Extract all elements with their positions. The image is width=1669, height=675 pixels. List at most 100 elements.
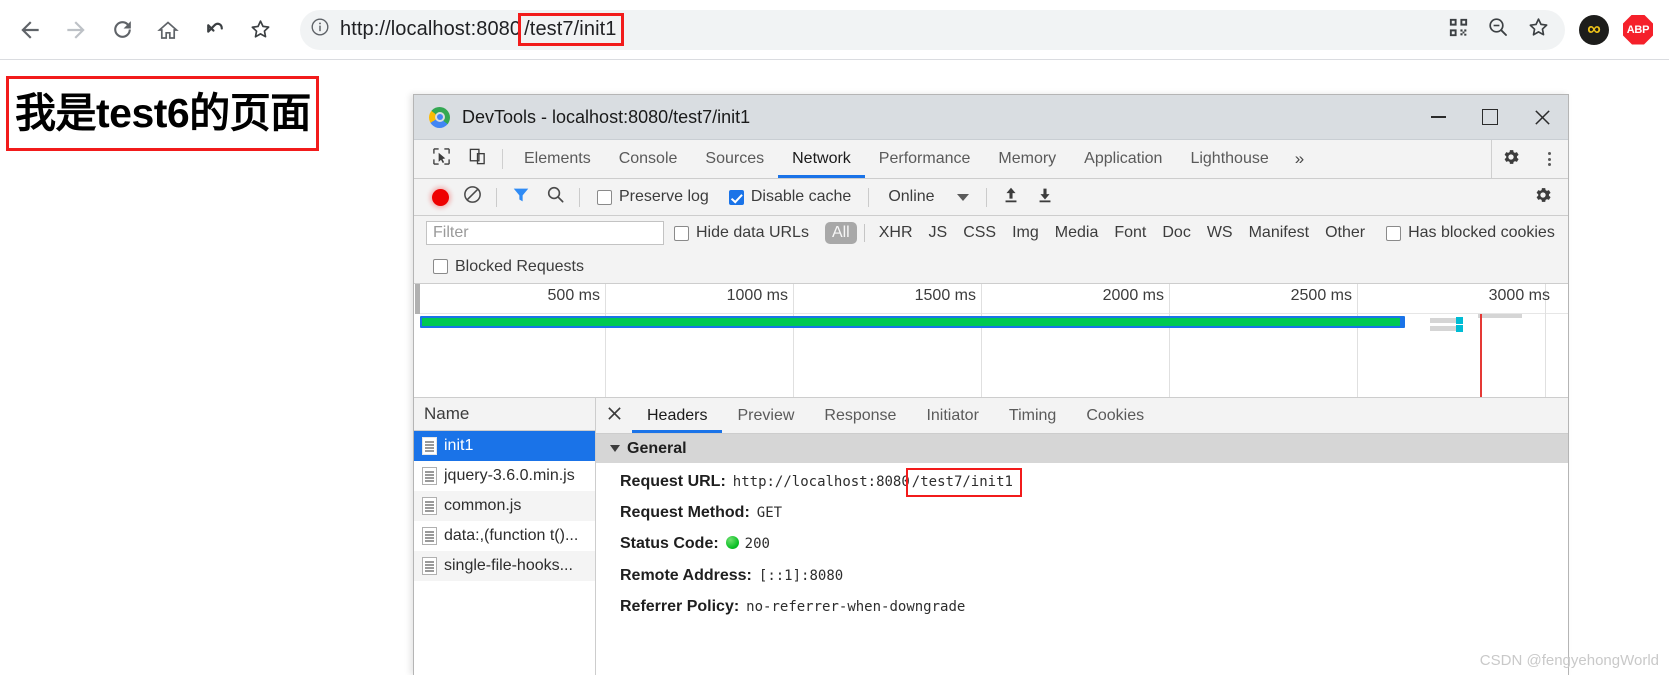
window-controls <box>1412 95 1568 140</box>
site-info-button[interactable] <box>300 10 340 50</box>
overview-divider <box>420 313 1568 314</box>
filter-type-font[interactable]: Font <box>1107 222 1153 244</box>
devtools-tabbar-actions <box>1491 140 1568 178</box>
general-section-header[interactable]: General <box>596 434 1568 463</box>
table-row[interactable]: init1 <box>414 431 595 461</box>
tab-memory[interactable]: Memory <box>984 140 1070 178</box>
blocked-requests-checkbox[interactable]: Blocked Requests <box>433 258 584 276</box>
address-bar[interactable]: http://localhost:8080/test7/init1 <box>300 9 1565 50</box>
filter-type-media[interactable]: Media <box>1048 222 1106 244</box>
header-row-request-method: Request Method: GET <box>620 503 1568 522</box>
details-tab-cookies[interactable]: Cookies <box>1071 398 1159 433</box>
table-row[interactable]: data:,(function t()... <box>414 521 595 551</box>
request-url-prefix: http://localhost:8080 <box>732 474 910 490</box>
search-button[interactable] <box>538 184 572 210</box>
devtools-titlebar: DevTools - localhost:8080/test7/init1 <box>414 95 1568 140</box>
export-har-button[interactable] <box>1028 185 1062 210</box>
network-filter-row: Filter Hide data URLs All XHR JS CSS Img… <box>414 216 1568 250</box>
gear-icon <box>1501 147 1521 172</box>
details-close-button[interactable] <box>596 398 632 433</box>
extensions-area: ∞ ABP <box>1579 14 1669 45</box>
overview-request-bar <box>1456 317 1463 324</box>
filter-type-all[interactable]: All <box>824 222 857 244</box>
filter-type-img[interactable]: Img <box>1005 222 1046 244</box>
bookmark-star-button[interactable] <box>238 8 282 52</box>
network-overview[interactable]: 500 ms 1000 ms 1500 ms 2000 ms 2500 ms 3… <box>414 284 1568 398</box>
inspect-element-button[interactable] <box>423 140 459 178</box>
timeline-tick-3000: 3000 ms <box>1488 287 1550 304</box>
devtools-more-menu-button[interactable] <box>1530 140 1568 179</box>
details-tab-preview[interactable]: Preview <box>722 398 809 433</box>
kebab-menu-icon <box>1547 152 1551 166</box>
filter-type-manifest[interactable]: Manifest <box>1242 222 1316 244</box>
header-value: no-referrer-when-downgrade <box>746 598 966 615</box>
filter-type-other[interactable]: Other <box>1318 222 1372 244</box>
tab-application[interactable]: Application <box>1070 140 1176 178</box>
details-tab-headers[interactable]: Headers <box>632 398 723 433</box>
funnel-icon <box>511 185 531 210</box>
adblock-plus-extension-button[interactable]: ABP <box>1623 14 1653 45</box>
tab-lighthouse[interactable]: Lighthouse <box>1176 140 1282 178</box>
request-list-header[interactable]: Name <box>414 398 595 431</box>
header-value: [::1]:8080 <box>758 567 844 584</box>
tab-console[interactable]: Console <box>605 140 692 178</box>
has-blocked-cookies-label: Has blocked cookies <box>1408 224 1555 241</box>
bookmark-button[interactable] <box>1521 13 1555 47</box>
table-row[interactable]: common.js <box>414 491 595 521</box>
disable-cache-checkbox[interactable]: Disable cache <box>728 188 851 206</box>
forward-button[interactable] <box>54 8 98 52</box>
timeline-gridline <box>605 284 606 397</box>
overview-request-bar-main <box>420 316 1405 328</box>
filter-type-css[interactable]: CSS <box>956 222 1003 244</box>
table-row[interactable]: jquery-3.6.0.min.js <box>414 461 595 491</box>
undo-button[interactable] <box>192 8 236 52</box>
checkbox-box <box>597 189 612 205</box>
tab-sources[interactable]: Sources <box>691 140 778 178</box>
device-toolbar-button[interactable] <box>459 140 495 178</box>
header-row-remote-address: Remote Address: [::1]:8080 <box>620 566 1568 585</box>
header-key: Referrer Policy: <box>620 597 740 615</box>
more-tabs-button[interactable]: » <box>1283 140 1316 178</box>
table-row[interactable]: single-file-hooks... <box>414 551 595 581</box>
close-button[interactable] <box>1516 95 1568 140</box>
infinity-extension-button[interactable]: ∞ <box>1579 14 1609 45</box>
details-tab-timing[interactable]: Timing <box>994 398 1071 433</box>
clear-icon <box>462 184 483 210</box>
devtools-settings-button[interactable] <box>1492 140 1530 179</box>
request-url-highlight-box: /test7/init1 <box>905 467 1022 497</box>
preserve-log-label: Preserve log <box>619 188 709 205</box>
back-arrow-icon <box>17 17 43 43</box>
zoom-out-button[interactable] <box>1481 13 1515 47</box>
maximize-button[interactable] <box>1464 95 1516 140</box>
hide-data-urls-checkbox[interactable]: Hide data URLs <box>674 224 809 242</box>
header-key: Status Code: <box>620 535 719 553</box>
record-button[interactable] <box>432 188 449 206</box>
throttling-select[interactable]: Online <box>888 188 969 206</box>
home-button[interactable] <box>146 8 190 52</box>
details-tab-initiator[interactable]: Initiator <box>911 398 993 433</box>
back-button[interactable] <box>8 8 52 52</box>
tab-network[interactable]: Network <box>778 140 865 178</box>
minimize-button[interactable] <box>1412 95 1464 140</box>
filter-type-ws[interactable]: WS <box>1200 222 1240 244</box>
import-har-button[interactable] <box>994 185 1028 210</box>
tab-performance[interactable]: Performance <box>865 140 985 178</box>
filter-input[interactable]: Filter <box>426 221 664 245</box>
overview-timeline[interactable]: 500 ms 1000 ms 1500 ms 2000 ms 2500 ms 3… <box>420 284 1568 397</box>
preserve-log-checkbox[interactable]: Preserve log <box>597 188 709 206</box>
has-blocked-cookies-checkbox[interactable]: Has blocked cookies <box>1386 224 1555 242</box>
filter-type-doc[interactable]: Doc <box>1155 222 1197 244</box>
network-settings-button[interactable] <box>1526 185 1560 210</box>
tab-elements[interactable]: Elements <box>510 140 605 178</box>
filter-button[interactable] <box>504 185 538 210</box>
forward-arrow-icon <box>63 17 89 43</box>
chevron-down-icon <box>956 193 969 201</box>
filter-type-xhr[interactable]: XHR <box>872 222 920 244</box>
toolbar-divider <box>868 187 870 207</box>
details-tab-response[interactable]: Response <box>809 398 911 433</box>
filter-type-js[interactable]: JS <box>922 222 955 244</box>
clear-button[interactable] <box>455 184 489 210</box>
header-value: 200 <box>744 536 770 553</box>
reload-button[interactable] <box>100 8 144 52</box>
qr-code-button[interactable] <box>1441 13 1475 47</box>
